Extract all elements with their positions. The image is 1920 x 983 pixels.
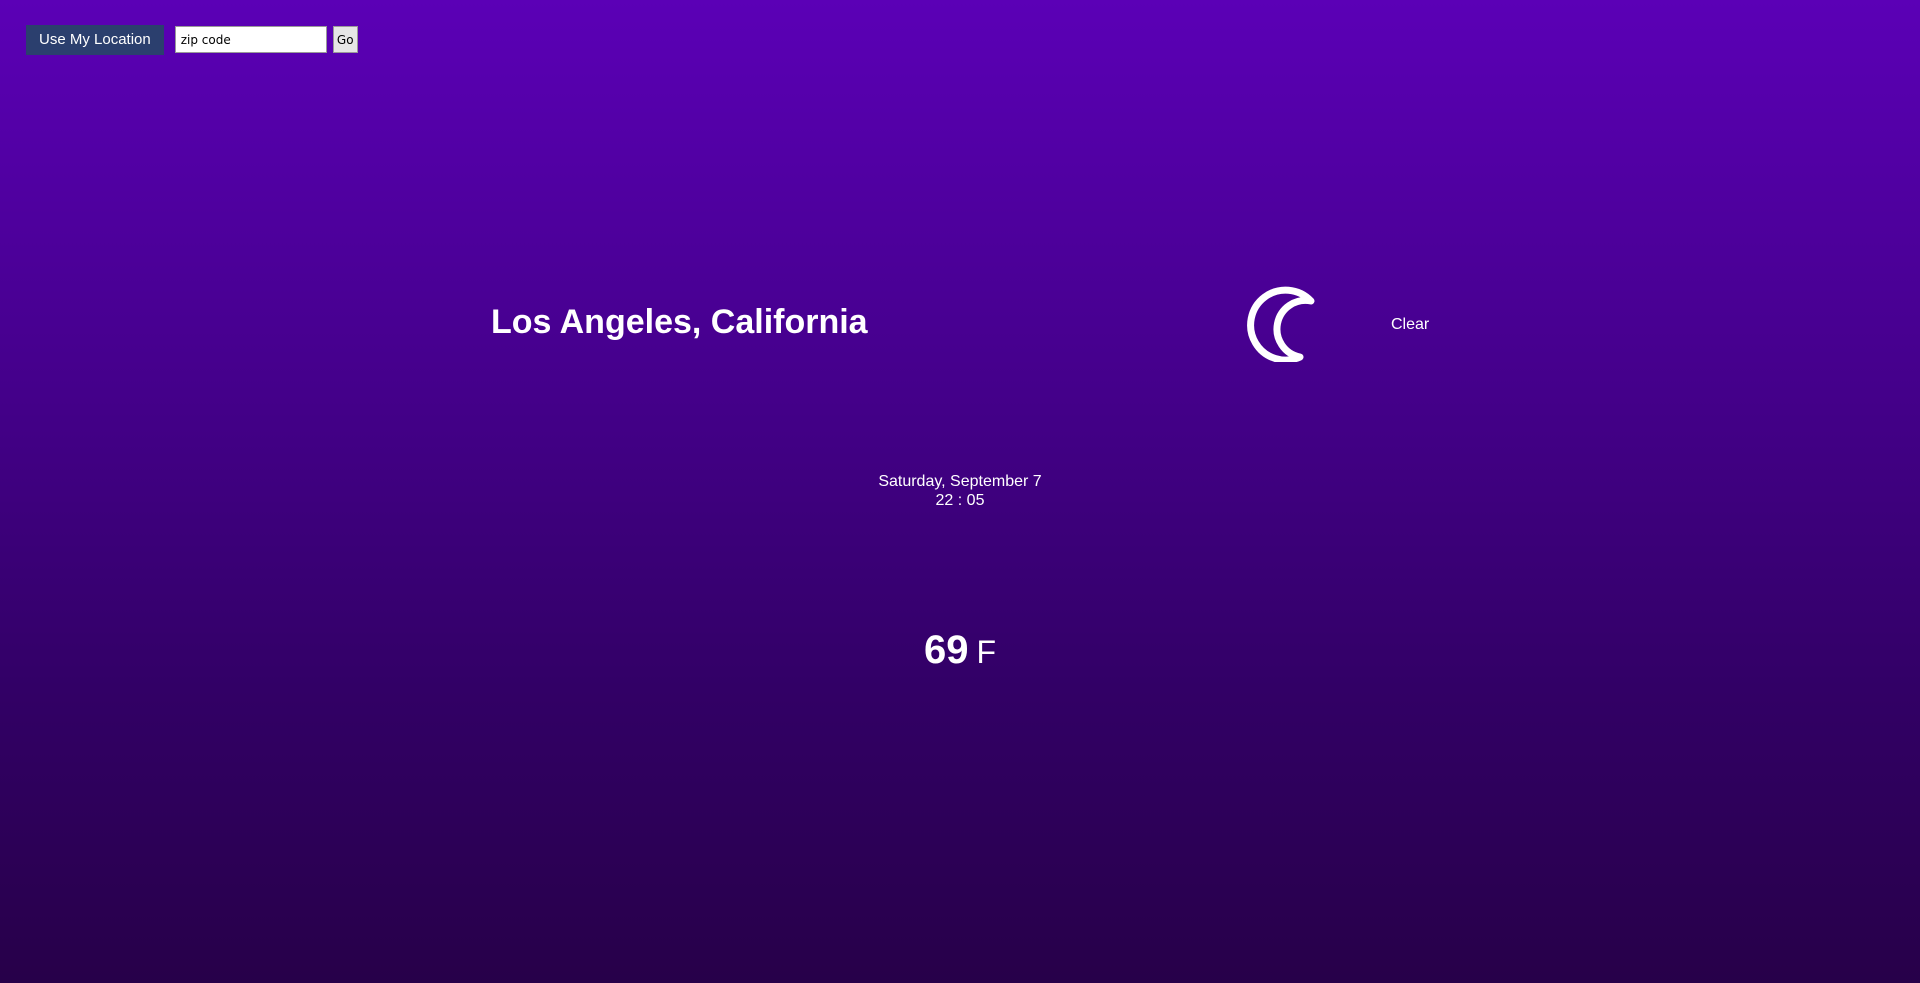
location-toolbar: Use My Location Go: [26, 24, 358, 55]
current-time: 22 : 05: [935, 492, 985, 509]
zip-code-input[interactable]: [174, 26, 327, 53]
use-my-location-button[interactable]: Use My Location: [26, 24, 164, 55]
temperature-unit: F: [976, 634, 997, 670]
date-time: Saturday, September 7 22 : 05: [0, 472, 1920, 510]
city-name: Los Angeles, California: [491, 303, 868, 341]
go-button[interactable]: Go: [332, 26, 358, 53]
temperature-value: 69: [923, 628, 969, 672]
temperature-display: 69 F: [0, 628, 1920, 673]
current-date: Saturday, September 7: [878, 473, 1042, 490]
weather-condition: Clear: [1391, 316, 1430, 333]
crescent-moon-icon: [1247, 286, 1315, 362]
